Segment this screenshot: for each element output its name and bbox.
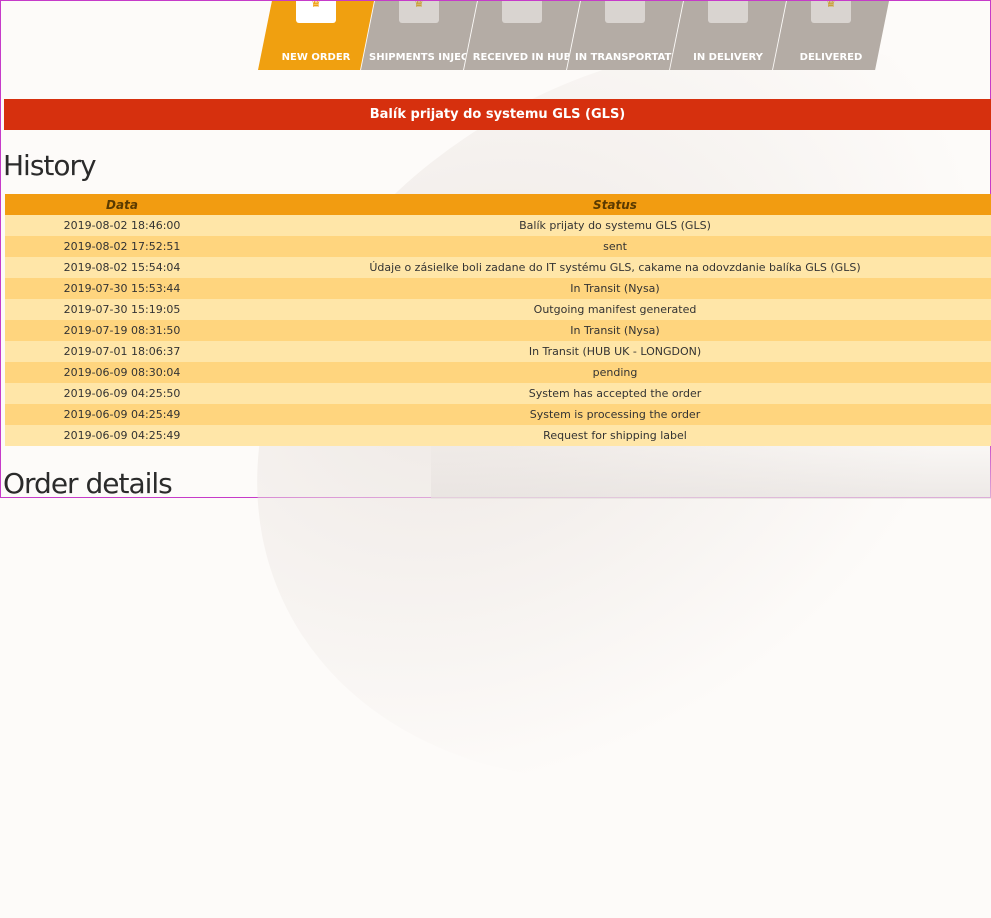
column-header-status: Status bbox=[239, 194, 991, 215]
row-status: sent bbox=[239, 236, 991, 257]
table-row: 2019-07-30 15:19:05 Outgoing manifest gen… bbox=[5, 299, 991, 320]
warehouse-icon bbox=[502, 1, 542, 23]
row-status: System is processing the order bbox=[239, 404, 991, 425]
row-status: Outgoing manifest generated bbox=[239, 299, 991, 320]
row-date: 2019-07-19 08:31:50 bbox=[5, 320, 239, 341]
table-row: 2019-06-09 04:25:49 Request for shipping … bbox=[5, 425, 991, 446]
table-row: 2019-06-09 04:25:49 System is processing … bbox=[5, 404, 991, 425]
table-row: 2019-06-09 08:30:04 pending bbox=[5, 362, 991, 383]
table-header-row: Data Status bbox=[5, 194, 991, 215]
column-header-date: Data bbox=[5, 194, 239, 215]
step-delivered: ♛ DELIVERED bbox=[773, 1, 889, 70]
step-label: SHIPMENTS INJECTED bbox=[369, 52, 475, 63]
row-status: In Transit (HUB UK - LONGDON) bbox=[239, 341, 991, 362]
status-banner: Balík prijaty do systemu GLS (GLS) bbox=[4, 99, 991, 130]
step-in-transportation: IN TRANSPORTATIO bbox=[567, 1, 683, 70]
row-status: In Transit (Nysa) bbox=[239, 320, 991, 341]
row-date: 2019-07-01 18:06:37 bbox=[5, 341, 239, 362]
progress-steps: ♛ NEW ORDER ♛ SHIPMENTS INJECTED RECEIVE… bbox=[258, 1, 898, 70]
row-date: 2019-06-09 04:25:49 bbox=[5, 404, 239, 425]
row-date: 2019-06-09 08:30:04 bbox=[5, 362, 239, 383]
row-date: 2019-07-30 15:19:05 bbox=[5, 299, 239, 320]
table-row: 2019-07-30 15:53:44 In Transit (Nysa) bbox=[5, 278, 991, 299]
table-row: 2019-07-01 18:06:37 In Transit (HUB UK - … bbox=[5, 341, 991, 362]
table-row: 2019-08-02 17:52:51 sent bbox=[5, 236, 991, 257]
step-label: NEW ORDER bbox=[281, 52, 351, 63]
row-date: 2019-08-02 15:54:04 bbox=[5, 257, 239, 278]
step-label: IN DELIVERY bbox=[693, 52, 763, 63]
step-received-in-hub: RECEIVED IN HUB bbox=[464, 1, 580, 70]
order-details-heading: Order details bbox=[3, 467, 173, 500]
crown-box-icon: ♛ bbox=[399, 1, 439, 23]
step-label: RECEIVED IN HUB bbox=[472, 52, 572, 63]
table-row: 2019-08-02 15:54:04 Údaje o zásielke boli… bbox=[5, 257, 991, 278]
row-status: Request for shipping label bbox=[239, 425, 991, 446]
row-status: Balík prijaty do systemu GLS (GLS) bbox=[239, 215, 991, 236]
row-status: In Transit (Nysa) bbox=[239, 278, 991, 299]
table-row: 2019-07-19 08:31:50 In Transit (Nysa) bbox=[5, 320, 991, 341]
row-date: 2019-06-09 04:25:50 bbox=[5, 383, 239, 404]
step-new-order: ♛ NEW ORDER bbox=[258, 1, 374, 70]
table-row: 2019-06-09 04:25:50 System has accepted t… bbox=[5, 383, 991, 404]
row-date: 2019-06-09 04:25:49 bbox=[5, 425, 239, 446]
step-label: DELIVERED bbox=[799, 52, 863, 63]
history-heading: History bbox=[3, 149, 97, 182]
status-banner-text: Balík prijaty do systemu GLS (GLS) bbox=[369, 107, 626, 122]
crown-box-icon: ♛ bbox=[811, 1, 851, 23]
row-status: pending bbox=[239, 362, 991, 383]
step-in-delivery: IN DELIVERY bbox=[670, 1, 786, 70]
row-status: System has accepted the order bbox=[239, 383, 991, 404]
row-status: Údaje o zásielke boli zadane do IT systé… bbox=[239, 257, 991, 278]
row-date: 2019-08-02 17:52:51 bbox=[5, 236, 239, 257]
crown-box-icon: ♛ bbox=[296, 1, 336, 23]
step-label: IN TRANSPORTATIO bbox=[575, 52, 681, 63]
row-date: 2019-07-30 15:53:44 bbox=[5, 278, 239, 299]
truck-icon bbox=[605, 1, 645, 23]
history-table: Data Status 2019-08-02 18:46:00 Balík pri… bbox=[5, 194, 991, 446]
hand-package-icon bbox=[708, 1, 748, 23]
row-date: 2019-08-02 18:46:00 bbox=[5, 215, 239, 236]
step-shipments-injected: ♛ SHIPMENTS INJECTED bbox=[361, 1, 477, 70]
table-row: 2019-08-02 18:46:00 Balík prijaty do syst… bbox=[5, 215, 991, 236]
